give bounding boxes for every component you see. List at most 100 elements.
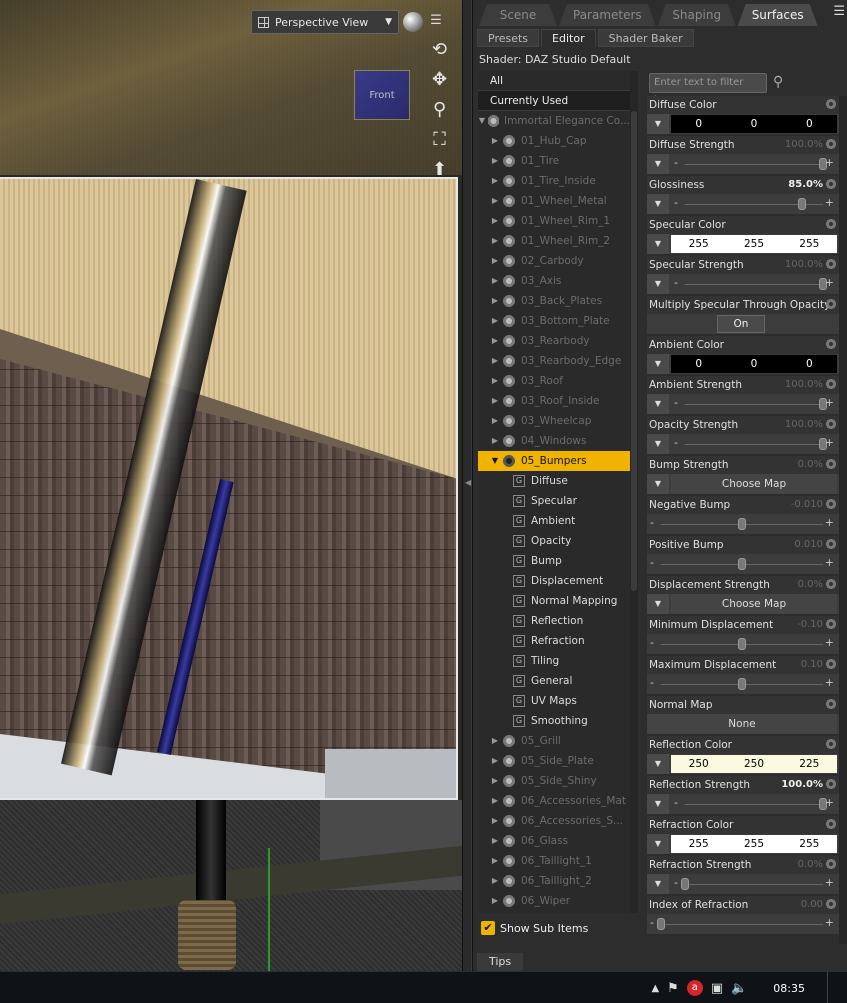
- viewport-menu-icon[interactable]: ☰: [427, 13, 445, 31]
- plus-icon[interactable]: +: [825, 796, 834, 809]
- tab-parameters[interactable]: Parameters: [559, 4, 656, 26]
- minus-icon[interactable]: -: [674, 196, 678, 209]
- minus-icon[interactable]: -: [650, 636, 654, 649]
- flag-icon[interactable]: ⚑: [667, 981, 679, 996]
- tree-item[interactable]: ▶ 04_Windows: [478, 431, 630, 451]
- value-slider[interactable]: - +: [647, 674, 837, 694]
- minus-icon[interactable]: -: [674, 876, 678, 889]
- property-value[interactable]: 0.00: [801, 896, 823, 914]
- tree-sub-item[interactable]: G Refraction: [478, 631, 630, 651]
- tab-editor[interactable]: Editor: [541, 29, 596, 47]
- minus-icon[interactable]: -: [674, 396, 678, 409]
- value-slider[interactable]: - +: [647, 514, 837, 534]
- tree-item[interactable]: ▶ 05_Grill: [478, 731, 630, 751]
- draw-style-sphere-icon[interactable]: [403, 12, 423, 32]
- plus-icon[interactable]: +: [825, 556, 834, 569]
- volume-icon[interactable]: 🔈: [731, 981, 747, 996]
- property-menu-dropdown[interactable]: ▼: [647, 154, 669, 174]
- value-slider[interactable]: - +: [647, 634, 837, 654]
- property-value[interactable]: 0.010: [794, 536, 823, 554]
- tree-item[interactable]: ▶ 05_Side_Plate: [478, 751, 630, 771]
- property-menu-dropdown[interactable]: ▼: [647, 794, 669, 814]
- tree-sub-item[interactable]: G Diffuse: [478, 471, 630, 491]
- zoom-icon[interactable]: ⚲: [433, 100, 446, 120]
- category-all[interactable]: All: [478, 71, 630, 91]
- tree-item[interactable]: ▶ 01_Wheel_Rim_2: [478, 231, 630, 251]
- property-value[interactable]: 0.0%: [798, 856, 823, 874]
- view-select-dropdown[interactable]: Perspective View ▼: [251, 10, 399, 34]
- gear-icon[interactable]: [825, 898, 837, 910]
- tips-tab[interactable]: Tips: [477, 953, 524, 971]
- collapse-arrow-icon[interactable]: ◀: [465, 478, 471, 492]
- gear-icon[interactable]: [825, 338, 837, 350]
- gear-icon[interactable]: [825, 618, 837, 630]
- network-icon[interactable]: ▣: [711, 981, 723, 996]
- choose-map-button[interactable]: Choose Map: [671, 474, 837, 494]
- tree-item[interactable]: ▶ 03_Roof_Inside: [478, 391, 630, 411]
- filter-input[interactable]: Enter text to filter by...: [649, 73, 767, 106]
- expand-arrow-icon[interactable]: ▶: [490, 891, 500, 911]
- slider-knob[interactable]: [738, 558, 746, 570]
- tree-sub-item[interactable]: G Displacement: [478, 571, 630, 591]
- tree-item[interactable]: ▶ 01_Tire_Inside: [478, 171, 630, 191]
- tree-sub-item[interactable]: G Tiling: [478, 651, 630, 671]
- property-value[interactable]: 100.0%: [785, 416, 823, 434]
- minus-icon[interactable]: -: [674, 436, 678, 449]
- gear-icon[interactable]: [825, 498, 837, 510]
- tree-item[interactable]: ▶ 03_Back_Plates: [478, 291, 630, 311]
- property-menu-dropdown[interactable]: ▼: [647, 594, 669, 614]
- slider-knob[interactable]: [738, 518, 746, 530]
- tree-sub-item[interactable]: G Normal Mapping: [478, 591, 630, 611]
- expand-arrow-icon[interactable]: ▶: [490, 851, 500, 871]
- expand-arrow-icon[interactable]: ▶: [490, 871, 500, 891]
- expand-arrow-icon[interactable]: ▶: [490, 191, 500, 211]
- category-currently-used[interactable]: Currently Used: [478, 91, 630, 111]
- view-cube[interactable]: Front: [354, 70, 410, 120]
- slider-knob[interactable]: [738, 678, 746, 690]
- gear-icon[interactable]: [825, 418, 837, 430]
- gear-icon[interactable]: [825, 578, 837, 590]
- gear-icon[interactable]: [825, 458, 837, 470]
- tree-item[interactable]: ▶ 05_Side_Shiny: [478, 771, 630, 791]
- plus-icon[interactable]: +: [825, 156, 834, 169]
- gear-icon[interactable]: [825, 658, 837, 670]
- expand-arrow-icon[interactable]: ▶: [490, 411, 500, 431]
- property-menu-dropdown[interactable]: ▼: [647, 474, 669, 494]
- tree-item[interactable]: ▶ 03_Rearbody_Edge: [478, 351, 630, 371]
- gear-icon[interactable]: [825, 98, 837, 110]
- plus-icon[interactable]: +: [825, 516, 834, 529]
- slider-knob[interactable]: [798, 198, 807, 210]
- expand-arrow-icon[interactable]: ▶: [490, 211, 500, 231]
- value-slider[interactable]: - +: [647, 914, 837, 934]
- value-slider[interactable]: - +: [671, 154, 837, 174]
- expand-arrow-icon[interactable]: ▶: [490, 271, 500, 291]
- tree-sub-item[interactable]: G General: [478, 671, 630, 691]
- expand-arrow-icon[interactable]: ▶: [490, 251, 500, 271]
- gear-icon[interactable]: [825, 818, 837, 830]
- show-sub-items-checkbox[interactable]: ✔ Show Sub Items: [481, 921, 588, 935]
- property-value[interactable]: 0.0%: [798, 576, 823, 594]
- tab-scene[interactable]: Scene: [479, 4, 557, 26]
- tab-presets[interactable]: Presets: [477, 29, 540, 47]
- property-menu-dropdown[interactable]: ▼: [647, 434, 669, 454]
- color-swatch[interactable]: 0 0 0: [671, 355, 837, 373]
- property-value[interactable]: 100.0%: [785, 136, 823, 154]
- expand-arrow-icon[interactable]: ▶: [490, 731, 500, 751]
- value-slider[interactable]: - +: [671, 394, 837, 414]
- minus-icon[interactable]: -: [674, 276, 678, 289]
- property-menu-dropdown[interactable]: ▼: [647, 874, 669, 894]
- property-value[interactable]: -0.010: [791, 496, 823, 514]
- tab-surfaces[interactable]: Surfaces: [738, 4, 818, 26]
- value-slider[interactable]: - +: [671, 874, 837, 894]
- expand-arrow-icon[interactable]: ▶: [490, 811, 500, 831]
- expand-arrow-icon[interactable]: ▶: [490, 391, 500, 411]
- property-menu-dropdown[interactable]: ▼: [647, 754, 669, 774]
- plus-icon[interactable]: +: [825, 276, 834, 289]
- expand-arrow-icon[interactable]: ▶: [490, 791, 500, 811]
- property-value[interactable]: 0.10: [801, 656, 823, 674]
- expand-arrow-icon[interactable]: ▶: [490, 171, 500, 191]
- slider-knob[interactable]: [657, 918, 665, 930]
- plus-icon[interactable]: +: [825, 636, 834, 649]
- tree-item[interactable]: ▶ 01_Hub_Cap: [478, 131, 630, 151]
- minus-icon[interactable]: -: [650, 556, 654, 569]
